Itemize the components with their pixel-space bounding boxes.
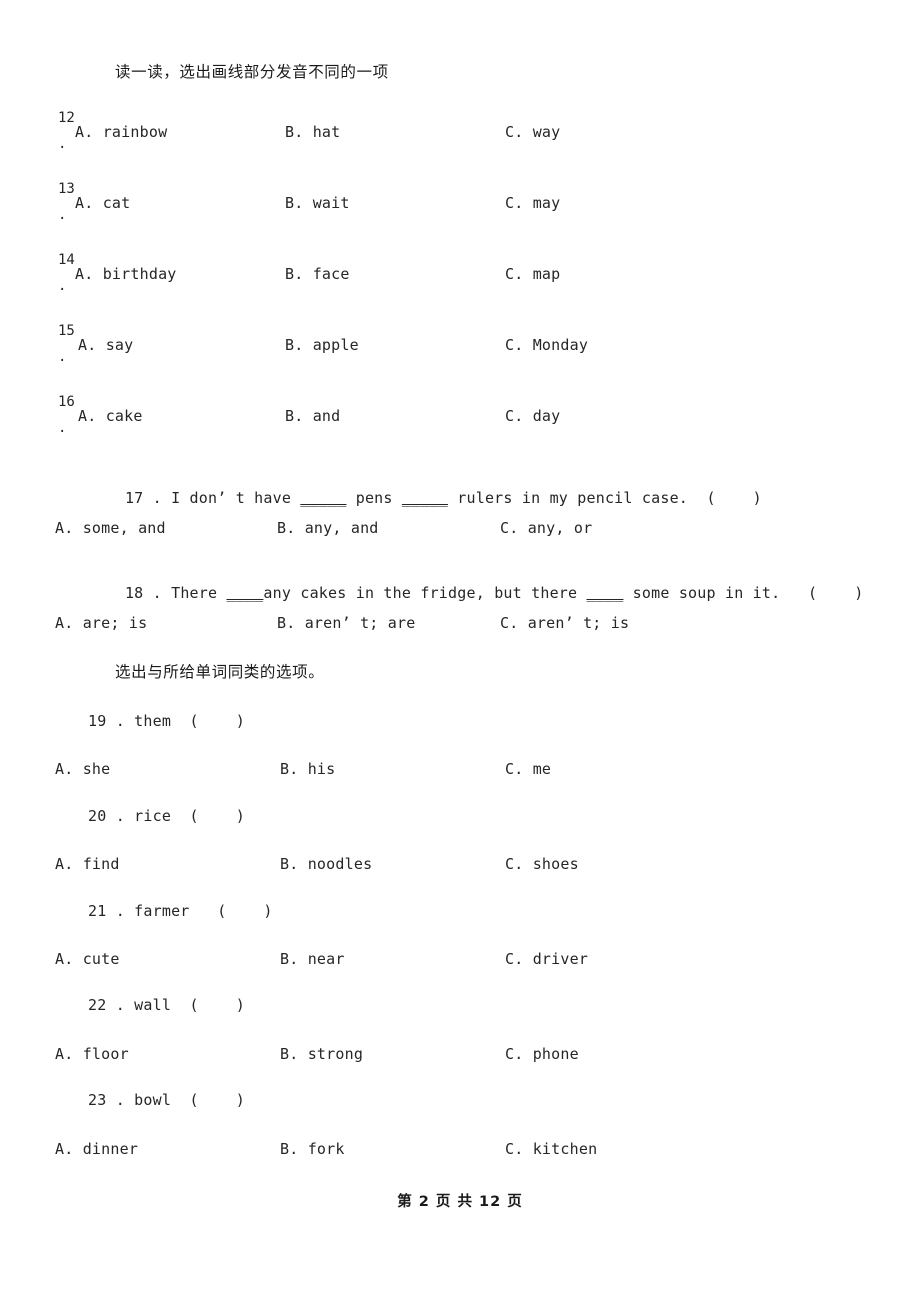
question-stem-21: 21 . farmer ( ) <box>88 902 273 920</box>
question-18-blank-2[interactable]: ____ <box>587 584 624 602</box>
option-b-22[interactable]: B. strong <box>280 1045 363 1063</box>
option-c-18[interactable]: C. aren’ t; is <box>500 614 629 632</box>
option-b-12[interactable]: B. hat <box>285 123 340 141</box>
option-c-12[interactable]: C. way <box>505 123 560 141</box>
option-a-21[interactable]: A. cute <box>55 950 120 968</box>
question-17-text-mid: pens <box>346 489 402 507</box>
option-a-18[interactable]: A. are; is <box>55 614 147 632</box>
option-b-15[interactable]: B. apple <box>285 336 359 354</box>
question-18-text-mid: any cakes in the fridge, but there <box>263 584 587 602</box>
option-a-17[interactable]: A. some, and <box>55 519 166 537</box>
page-footer: 第 2 页 共 12 页 <box>0 1190 920 1211</box>
option-a-16[interactable]: A. cake <box>78 407 143 425</box>
option-b-20[interactable]: B. noodles <box>280 855 372 873</box>
page-number-text: 第 2 页 共 12 页 <box>397 1194 523 1210</box>
question-number-14: 14 <box>58 252 75 268</box>
option-c-20[interactable]: C. shoes <box>505 855 579 873</box>
question-block-12: 12 . A. rainbow B. hat C. way <box>0 110 920 182</box>
question-17-text-pre: 17 . I don’ t have <box>124 489 301 507</box>
question-stem-18: 18 . There ____any cakes in the fridge, … <box>88 566 863 620</box>
option-a-14[interactable]: A. birthday <box>75 265 177 283</box>
worksheet-page: 读一读，选出画线部分发音不同的一项 12 . A. rainbow B. hat… <box>0 0 920 1302</box>
question-number-12: 12 <box>58 110 75 126</box>
option-a-15[interactable]: A. say <box>78 336 133 354</box>
option-b-16[interactable]: B. and <box>285 407 340 425</box>
option-c-22[interactable]: C. phone <box>505 1045 579 1063</box>
question-dot-16: . <box>58 420 67 436</box>
option-a-12[interactable]: A. rainbow <box>75 123 167 141</box>
question-dot-13: . <box>58 207 67 223</box>
option-c-14[interactable]: C. map <box>505 265 560 283</box>
question-stem-19: 19 . them ( ) <box>88 712 245 730</box>
option-a-19[interactable]: A. she <box>55 760 110 778</box>
question-dot-12: . <box>58 136 67 152</box>
option-a-20[interactable]: A. find <box>55 855 120 873</box>
option-c-13[interactable]: C. may <box>505 194 560 212</box>
question-block-16: 16 . A. cake B. and C. day <box>0 394 920 466</box>
option-b-21[interactable]: B. near <box>280 950 345 968</box>
question-dot-14: . <box>58 278 67 294</box>
option-c-17[interactable]: C. any, or <box>500 519 592 537</box>
question-stem-23: 23 . bowl ( ) <box>88 1091 245 1109</box>
option-c-15[interactable]: C. Monday <box>505 336 588 354</box>
option-b-18[interactable]: B. aren’ t; are <box>277 614 415 632</box>
question-18-text-post: some soup in it. ( ) <box>623 584 864 602</box>
question-17-text-post: rulers in my pencil case. ( ) <box>448 489 762 507</box>
option-b-17[interactable]: B. any, and <box>277 519 379 537</box>
option-c-16[interactable]: C. day <box>505 407 560 425</box>
question-number-16: 16 <box>58 394 75 410</box>
question-17-blank-1[interactable]: _____ <box>300 489 346 507</box>
question-18-blank-1[interactable]: ____ <box>226 584 263 602</box>
section-instruction-category: 选出与所给单词同类的选项。 <box>115 663 325 681</box>
section-instruction-pronunciation: 读一读，选出画线部分发音不同的一项 <box>115 63 389 81</box>
question-stem-22: 22 . wall ( ) <box>88 996 245 1014</box>
option-c-21[interactable]: C. driver <box>505 950 588 968</box>
question-18-text-pre: 18 . There <box>124 584 227 602</box>
option-a-23[interactable]: A. dinner <box>55 1140 138 1158</box>
question-number-13: 13 <box>58 181 75 197</box>
question-block-15: 15 . A. say B. apple C. Monday <box>0 323 920 395</box>
option-a-22[interactable]: A. floor <box>55 1045 129 1063</box>
option-c-23[interactable]: C. kitchen <box>505 1140 597 1158</box>
question-block-13: 13 . A. cat B. wait C. may <box>0 181 920 253</box>
option-b-14[interactable]: B. face <box>285 265 350 283</box>
question-block-14: 14 . A. birthday B. face C. map <box>0 252 920 324</box>
option-b-19[interactable]: B. his <box>280 760 335 778</box>
question-stem-17: 17 . I don’ t have _____ pens _____ rule… <box>88 471 762 525</box>
option-c-19[interactable]: C. me <box>505 760 551 778</box>
question-17-blank-2[interactable]: _____ <box>402 489 448 507</box>
question-number-15: 15 <box>58 323 75 339</box>
question-dot-15: . <box>58 349 67 365</box>
option-a-13[interactable]: A. cat <box>75 194 130 212</box>
question-stem-20: 20 . rice ( ) <box>88 807 245 825</box>
option-b-13[interactable]: B. wait <box>285 194 350 212</box>
option-b-23[interactable]: B. fork <box>280 1140 345 1158</box>
